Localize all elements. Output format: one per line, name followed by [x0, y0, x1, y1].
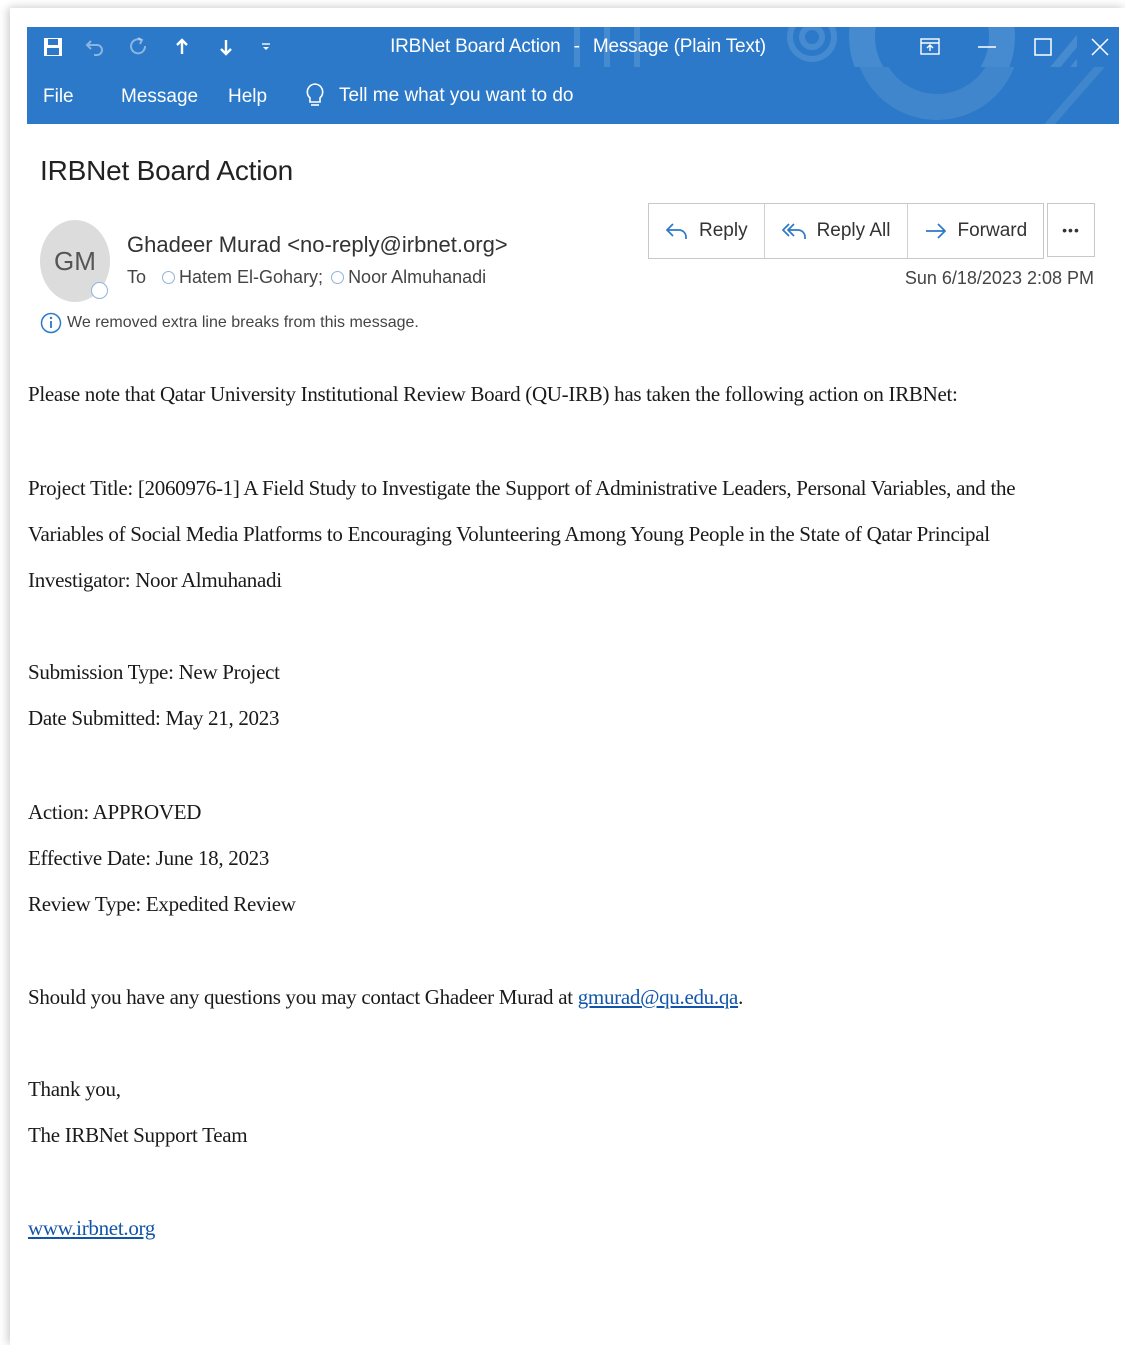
more-actions-icon: ••• — [1062, 222, 1080, 238]
contact-suffix: . — [738, 985, 744, 1009]
background-decoration — [859, 67, 1105, 124]
body-project-line-3: Investigator: Noor Almuhanadi — [28, 568, 282, 592]
maximize-icon[interactable] — [1020, 27, 1066, 67]
body-effective-date: Effective Date: June 18, 2023 — [28, 846, 270, 870]
reply-label: Reply — [699, 220, 748, 241]
body-contact: Should you have any questions you may co… — [28, 985, 743, 1010]
tell-me-search[interactable]: Tell me what you want to do — [305, 67, 573, 124]
ribbon-display-icon[interactable] — [907, 27, 953, 67]
body-submission-type: Submission Type: New Project — [28, 660, 280, 684]
recipient-2[interactable]: Noor Almuhanadi — [331, 267, 486, 288]
contact-text: Should you have any questions you may co… — [28, 985, 578, 1009]
presence-icon — [331, 271, 345, 284]
reply-button[interactable]: Reply — [649, 204, 765, 258]
contact-email-link[interactable]: gmurad@qu.edu.qa — [578, 985, 739, 1009]
tell-me-label: Tell me what you want to do — [339, 84, 574, 106]
ribbon-menu-bar: File Message Help Tell me what you want … — [27, 67, 1119, 124]
website-link[interactable]: www.irbnet.org — [28, 1216, 155, 1240]
body-review-type: Review Type: Expedited Review — [28, 892, 296, 916]
reply-all-label: Reply All — [816, 220, 891, 241]
window-title-mode: Message (Plain Text) — [592, 36, 766, 57]
avatar-initials: GM — [54, 245, 96, 276]
info-icon — [40, 312, 62, 334]
window-title: IRBNet Board Action - Message (Plain Tex… — [27, 27, 1119, 67]
forward-icon — [925, 223, 946, 239]
body-date-submitted: Date Submitted: May 21, 2023 — [28, 706, 280, 730]
message-datetime: Sun 6/18/2023 2:08 PM — [904, 268, 1094, 288]
window-title-separator: - — [573, 36, 580, 57]
close-icon[interactable] — [1077, 27, 1119, 67]
body-project-line-2: Variables of Social Media Platforms to E… — [28, 522, 990, 546]
recipient-name: Hatem El-Gohary; — [179, 267, 324, 287]
window-title-subject: IRBNet Board Action — [390, 36, 561, 57]
menu-help[interactable]: Help — [228, 67, 267, 124]
forward-button[interactable]: Forward — [908, 204, 1044, 258]
recipient-1[interactable]: Hatem El-Gohary; — [162, 267, 323, 288]
body-website: www.irbnet.org — [28, 1216, 155, 1241]
reply-all-icon — [781, 223, 806, 239]
body-action: Action: APPROVED — [28, 800, 202, 824]
body-thanks: Thank you, — [28, 1077, 121, 1101]
info-notice[interactable]: We removed extra line breaks from this m… — [40, 312, 419, 334]
reply-icon — [665, 223, 687, 239]
body-intro: Please note that Qatar University Instit… — [28, 382, 958, 406]
info-notice-text: We removed extra line breaks from this m… — [67, 314, 419, 331]
recipient-name: Noor Almuhanadi — [348, 267, 487, 287]
recipients-line: To Hatem El-Gohary; Noor Almuhanadi — [127, 267, 494, 288]
menu-file[interactable]: File — [43, 67, 74, 124]
reply-all-button[interactable]: Reply All — [765, 204, 908, 258]
message-subject: IRBNet Board Action — [40, 155, 293, 186]
minimize-icon[interactable] — [964, 27, 1010, 67]
body-team: The IRBNet Support Team — [28, 1123, 248, 1147]
menu-message[interactable]: Message — [121, 67, 198, 124]
title-bar: IRBNet Board Action - Message (Plain Tex… — [27, 27, 1119, 67]
body-project-line-1: Project Title: [2060976-1] A Field Study… — [28, 476, 1016, 500]
more-actions-button[interactable]: ••• — [1047, 203, 1095, 257]
to-label: To — [127, 267, 147, 287]
lightbulb-icon — [306, 82, 324, 106]
presence-status-icon — [91, 282, 108, 299]
forward-label: Forward — [957, 220, 1028, 241]
presence-icon — [162, 271, 176, 284]
response-actions: Reply Reply All Forward — [648, 203, 1045, 259]
sender[interactable]: Ghadeer Murad <no-reply@irbnet.org> — [127, 232, 508, 258]
